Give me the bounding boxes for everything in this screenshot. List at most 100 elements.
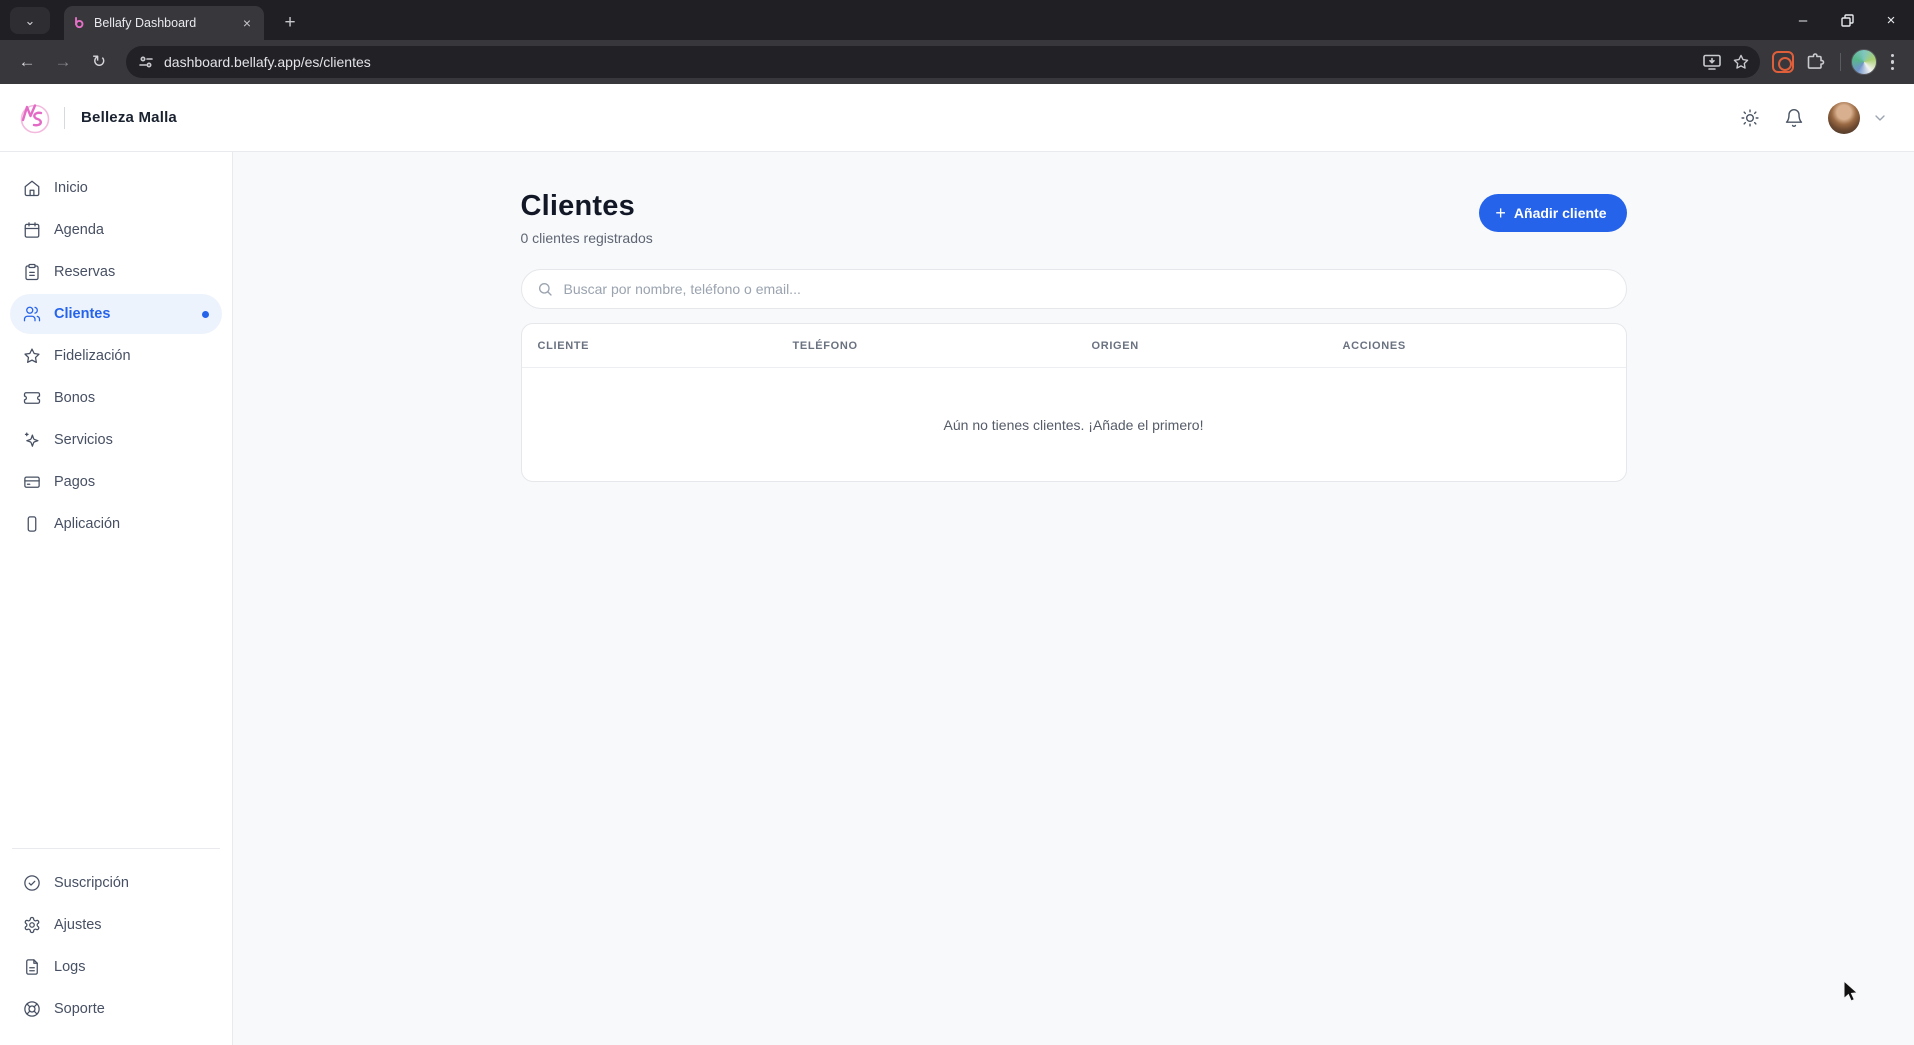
browser-menu-button[interactable]	[1883, 54, 1903, 71]
calendar-icon	[23, 221, 41, 239]
reload-button[interactable]: ↻	[84, 47, 114, 77]
sidebar-item-reservas[interactable]: Reservas	[10, 252, 222, 292]
sidebar: Inicio Agenda Reservas	[0, 152, 233, 1045]
sidebar-item-servicios[interactable]: Servicios	[10, 420, 222, 460]
chevron-down-icon[interactable]	[1872, 110, 1888, 126]
browser-tab[interactable]: Bellafy Dashboard ×	[64, 6, 264, 40]
notifications-button[interactable]	[1784, 108, 1804, 128]
sidebar-divider	[12, 848, 220, 849]
tab-title: Bellafy Dashboard	[94, 16, 230, 30]
sidebar-item-clientes[interactable]: Clientes	[10, 294, 222, 334]
restore-button[interactable]	[1832, 5, 1862, 35]
sidebar-item-fidelizacion[interactable]: Fidelización	[10, 336, 222, 376]
sidebar-label: Clientes	[54, 306, 110, 322]
bellafy-logo	[16, 100, 52, 136]
extension-capture-icon[interactable]	[1772, 51, 1794, 73]
sidebar-label: Reservas	[54, 264, 115, 280]
search-input[interactable]	[521, 269, 1627, 309]
minimize-button[interactable]: –	[1788, 5, 1818, 35]
search-icon	[537, 281, 553, 302]
sidebar-item-inicio[interactable]: Inicio	[10, 168, 222, 208]
column-header-cliente: CLIENTE	[538, 340, 793, 352]
install-app-icon[interactable]	[1702, 53, 1722, 71]
sidebar-label: Bonos	[54, 390, 95, 406]
back-icon: ←	[19, 52, 36, 72]
user-avatar[interactable]	[1828, 102, 1860, 134]
ticket-icon	[23, 389, 41, 407]
app-header: Belleza Malla	[0, 84, 1914, 152]
url-text[interactable]: dashboard.bellafy.app/es/clientes	[164, 54, 1692, 70]
title-row: Clientes 0 clientes registrados + Añadir…	[521, 190, 1627, 246]
sidebar-item-soporte[interactable]: Soporte	[10, 989, 222, 1029]
home-icon	[23, 179, 41, 197]
sidebar-item-aplicacion[interactable]: Aplicación	[10, 504, 222, 544]
reload-icon: ↻	[92, 52, 106, 72]
browser-tab-strip: ⌄ Bellafy Dashboard × + – ×	[0, 0, 1914, 40]
sidebar-label: Agenda	[54, 222, 104, 238]
column-header-origen: ORIGEN	[1092, 340, 1343, 352]
back-button[interactable]: ←	[12, 47, 42, 77]
address-bar[interactable]: dashboard.bellafy.app/es/clientes	[126, 46, 1760, 78]
column-header-acciones: ACCIONES	[1343, 340, 1626, 352]
tab-search-button[interactable]: ⌄	[10, 7, 50, 34]
clipboard-icon	[23, 263, 41, 281]
business-name: Belleza Malla	[81, 109, 177, 126]
plus-icon: +	[284, 12, 295, 34]
bookmark-star-icon[interactable]	[1732, 53, 1750, 71]
sidebar-item-bonos[interactable]: Bonos	[10, 378, 222, 418]
sparkles-icon	[23, 431, 41, 449]
forward-button[interactable]: →	[48, 47, 78, 77]
credit-card-icon	[23, 473, 41, 491]
browser-toolbar: ← → ↻ dashboard.bellafy.app/es/clientes	[0, 40, 1914, 84]
site-settings-icon[interactable]	[138, 54, 154, 70]
window-controls: – ×	[1788, 0, 1906, 40]
sidebar-label: Soporte	[54, 1001, 105, 1017]
sidebar-spacer	[10, 546, 222, 838]
sidebar-label: Aplicación	[54, 516, 120, 532]
favicon-icon	[72, 16, 86, 30]
smartphone-icon	[23, 515, 41, 533]
sidebar-label: Fidelización	[54, 348, 131, 364]
sidebar-item-pagos[interactable]: Pagos	[10, 462, 222, 502]
clientes-content: Clientes 0 clientes registrados + Añadir…	[521, 152, 1627, 482]
sidebar-label: Servicios	[54, 432, 113, 448]
mouse-cursor	[1840, 980, 1862, 1004]
header-divider	[64, 107, 65, 129]
restore-icon	[1841, 14, 1854, 27]
star-icon	[23, 347, 41, 365]
search-bar	[521, 269, 1627, 309]
web-page: Belleza Malla	[0, 84, 1914, 1045]
column-header-telefono: TELÉFONO	[793, 340, 1092, 352]
close-button[interactable]: ×	[1876, 5, 1906, 35]
sidebar-item-ajustes[interactable]: Ajustes	[10, 905, 222, 945]
bell-icon	[1784, 108, 1804, 128]
sidebar-item-logs[interactable]: Logs	[10, 947, 222, 987]
browser-profile-avatar[interactable]	[1851, 49, 1877, 75]
puzzle-icon	[1805, 52, 1825, 72]
page-title: Clientes	[521, 190, 653, 223]
plus-icon: +	[1495, 204, 1506, 222]
sidebar-label: Suscripción	[54, 875, 129, 891]
chevron-down-icon: ⌄	[25, 13, 36, 29]
users-icon	[23, 305, 41, 323]
header-actions	[1740, 102, 1888, 134]
tab-close-icon[interactable]: ×	[238, 14, 256, 32]
active-indicator-dot	[202, 311, 209, 318]
add-client-button[interactable]: + Añadir cliente	[1479, 194, 1626, 232]
new-tab-button[interactable]: +	[276, 9, 304, 37]
file-text-icon	[23, 958, 41, 976]
sidebar-label: Pagos	[54, 474, 95, 490]
sidebar-label: Inicio	[54, 180, 88, 196]
theme-toggle-button[interactable]	[1740, 108, 1760, 128]
sidebar-item-suscripcion[interactable]: Suscripción	[10, 863, 222, 903]
clients-count-subtitle: 0 clientes registrados	[521, 230, 653, 246]
minimize-icon: –	[1799, 12, 1807, 29]
extensions-button[interactable]	[1800, 47, 1830, 77]
sidebar-item-agenda[interactable]: Agenda	[10, 210, 222, 250]
app-body: Inicio Agenda Reservas	[0, 152, 1914, 1045]
sun-icon	[1740, 108, 1760, 128]
clients-table-card: CLIENTE TELÉFONO ORIGEN ACCIONES Aún no …	[521, 323, 1627, 482]
add-client-label: Añadir cliente	[1514, 205, 1607, 221]
sidebar-label: Logs	[54, 959, 85, 975]
toolbar-divider	[1840, 53, 1841, 71]
